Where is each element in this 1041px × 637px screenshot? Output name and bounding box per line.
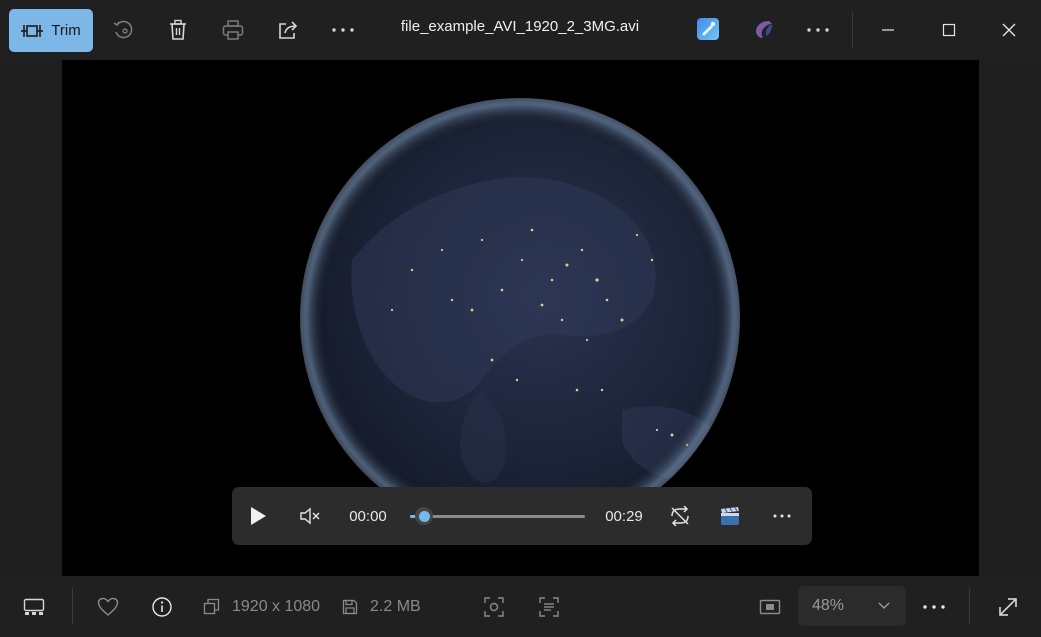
maximize-button[interactable]	[929, 10, 969, 50]
dimensions-info: 1920 x 1080	[203, 576, 323, 637]
play-icon	[249, 506, 267, 526]
share-icon	[277, 20, 299, 40]
trim-button[interactable]: Trim	[9, 9, 93, 52]
text-scan-icon	[539, 596, 559, 617]
print-button[interactable]	[213, 10, 253, 50]
divider	[969, 588, 970, 624]
resize-icon	[203, 598, 220, 615]
fullscreen-button[interactable]	[994, 576, 1022, 637]
file-size-info: 2.2 MB	[342, 576, 432, 637]
info-icon	[151, 596, 173, 618]
delete-button[interactable]	[158, 10, 198, 50]
divider	[852, 12, 853, 48]
seek-thumb[interactable]	[415, 507, 433, 525]
save-icon	[342, 599, 358, 615]
file-size-text: 2.2 MB	[370, 597, 421, 615]
duration: 00:29	[605, 507, 643, 525]
film-clapper-icon	[719, 506, 741, 526]
more-icon	[331, 27, 355, 33]
app-more-button[interactable]	[798, 10, 838, 50]
filmstrip-icon	[23, 598, 45, 616]
expand-icon	[998, 597, 1018, 617]
repeat-icon	[669, 506, 691, 526]
actual-size-button[interactable]	[757, 576, 783, 637]
share-button[interactable]	[268, 10, 308, 50]
zoom-value: 48%	[812, 597, 845, 614]
maximize-icon	[942, 23, 956, 37]
divider	[72, 588, 73, 624]
rotate-button[interactable]	[103, 10, 143, 50]
close-icon	[1002, 23, 1016, 37]
status-more-button[interactable]	[920, 576, 948, 637]
mute-button[interactable]	[296, 487, 324, 545]
chevron-down-icon	[878, 602, 890, 610]
heart-icon	[97, 597, 119, 617]
file-title: file_example_AVI_1920_2_3MG.avi	[400, 18, 640, 35]
more-icon	[773, 514, 791, 518]
close-button[interactable]	[989, 10, 1029, 50]
text-scan-button[interactable]	[536, 576, 562, 637]
favorite-button[interactable]	[94, 576, 122, 637]
actual-size-icon	[759, 598, 781, 616]
rotate-icon	[112, 19, 134, 41]
muted-speaker-icon	[299, 507, 321, 525]
trim-label: Trim	[51, 22, 81, 39]
status-bar: 1920 x 1080 2.2 MB 48%	[0, 576, 1041, 637]
title-bar: Trim file_example_AVI_1920_2_3MG.avi	[0, 0, 1041, 60]
minimize-button[interactable]	[868, 10, 908, 50]
trim-icon	[21, 22, 44, 40]
clipchamp-icon[interactable]	[753, 18, 775, 40]
more-icon	[806, 27, 830, 33]
info-button[interactable]	[148, 576, 176, 637]
edit-app-icon[interactable]	[697, 18, 719, 40]
repeat-button[interactable]	[666, 487, 694, 545]
print-icon	[222, 20, 244, 40]
visual-search-icon	[484, 596, 504, 617]
dimensions-text: 1920 x 1080	[232, 597, 321, 615]
seek-bar[interactable]	[410, 507, 585, 525]
more-icon	[922, 604, 946, 610]
filmstrip-button[interactable]	[18, 576, 50, 637]
more-button[interactable]	[323, 10, 363, 50]
media-controls: 00:00 00:29	[232, 487, 812, 545]
visual-search-button[interactable]	[481, 576, 507, 637]
play-button[interactable]	[244, 487, 272, 545]
clipchamp-button[interactable]	[716, 487, 744, 545]
delete-icon	[168, 19, 188, 41]
player-more-button[interactable]	[768, 487, 796, 545]
zoom-dropdown[interactable]: 48%	[798, 586, 906, 626]
current-time: 00:00	[349, 507, 387, 525]
minimize-icon	[881, 23, 895, 37]
